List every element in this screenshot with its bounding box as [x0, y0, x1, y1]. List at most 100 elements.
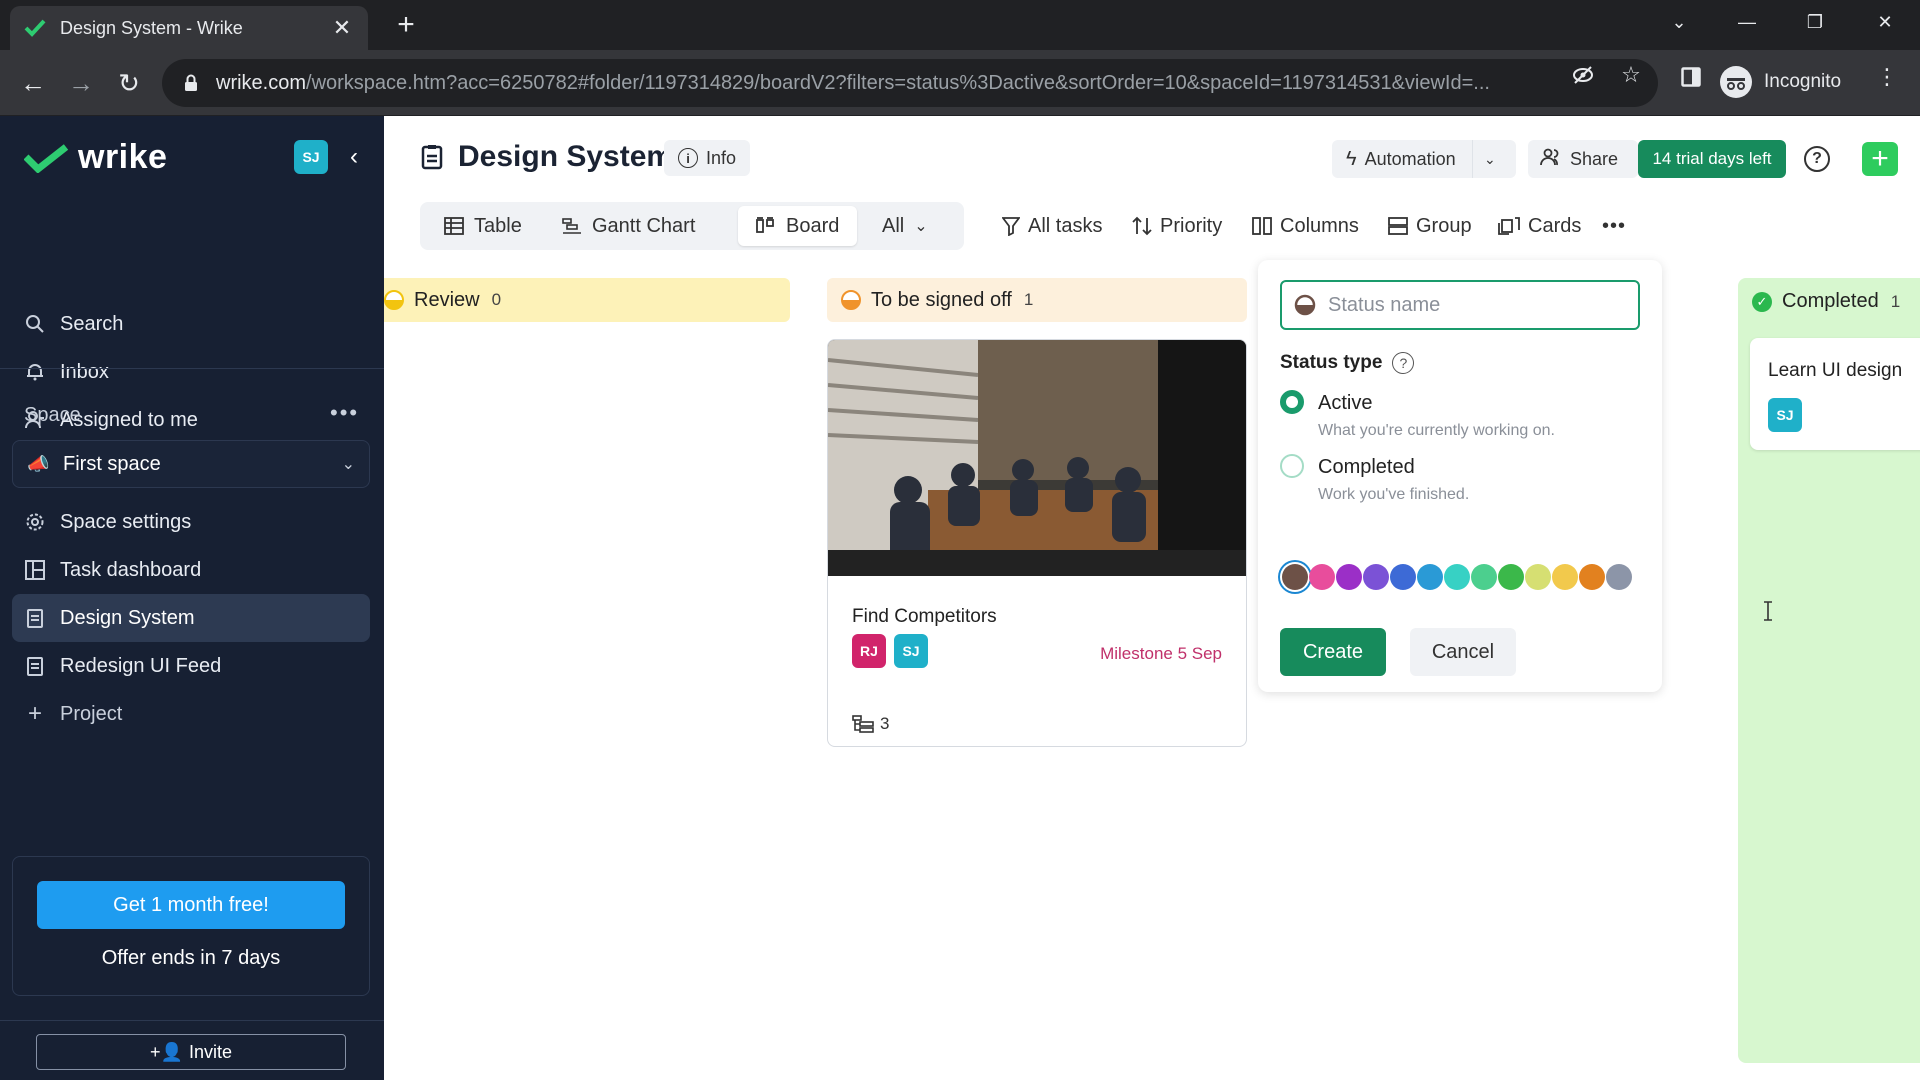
reload-icon[interactable]: ↻	[110, 64, 148, 102]
card-title[interactable]: Find Competitors	[852, 606, 997, 628]
invite-label: Invite	[188, 1041, 232, 1062]
main-content: Design System i Info ϟ Automation ⌄ Shar…	[384, 116, 1920, 1080]
tab-search-icon[interactable]: ⌄	[1656, 0, 1702, 44]
chevron-down-icon[interactable]: ⌄	[1484, 151, 1496, 168]
color-swatch[interactable]	[1444, 564, 1470, 590]
trial-days-button[interactable]: 14 trial days left	[1638, 140, 1786, 178]
sidebar-item-label: Project	[60, 702, 123, 725]
cancel-button[interactable]: Cancel	[1410, 628, 1516, 676]
sidebar-divider	[0, 1020, 384, 1021]
share-button[interactable]: Share	[1528, 140, 1638, 178]
tab-close-icon[interactable]: ✕	[330, 15, 354, 41]
card-title[interactable]: Learn UI design	[1768, 360, 1902, 382]
new-tab-icon[interactable]: +	[390, 10, 422, 42]
column-header-review[interactable]: Review 0	[384, 278, 790, 322]
column-header-to-be-signed-off[interactable]: To be signed off 1	[827, 278, 1247, 322]
color-swatch[interactable]	[1579, 564, 1605, 590]
side-panel-icon[interactable]	[1678, 64, 1704, 90]
sidebar-item-space-settings[interactable]: Space settings	[24, 504, 191, 540]
automation-button[interactable]: ϟ Automation ⌄	[1332, 140, 1516, 178]
sidebar-item-add-project[interactable]: + Project	[24, 696, 122, 732]
color-swatch[interactable]	[1498, 564, 1524, 590]
eye-off-icon[interactable]	[1570, 62, 1596, 88]
window-close-icon[interactable]: ✕	[1862, 0, 1908, 44]
columns-label: Columns	[1280, 214, 1359, 237]
incognito-badge[interactable]: Incognito	[1720, 62, 1841, 102]
incognito-label: Incognito	[1764, 71, 1842, 92]
help-icon[interactable]: ?	[1392, 352, 1415, 374]
columns-button[interactable]: Columns	[1252, 208, 1359, 244]
tab-label: Table	[474, 214, 522, 237]
create-button[interactable]: Create	[1280, 628, 1386, 676]
help-icon[interactable]: ?	[1804, 146, 1830, 172]
assignee-avatar[interactable]: RJ	[852, 634, 886, 668]
assignee-avatar[interactable]: SJ	[894, 634, 928, 668]
get-month-free-button[interactable]: Get 1 month free!	[37, 881, 345, 929]
status-name-input[interactable]	[1328, 293, 1628, 317]
collapse-sidebar-icon[interactable]: ‹	[342, 142, 366, 172]
color-swatch[interactable]	[1363, 564, 1389, 590]
tab-board[interactable]: Board	[738, 206, 858, 246]
status-type-completed-radio[interactable]	[1280, 454, 1304, 478]
sidebar-item-design-system[interactable]: Design System	[24, 600, 195, 636]
color-swatch[interactable]	[1525, 564, 1551, 590]
task-card[interactable]: Learn UI design SJ	[1750, 338, 1920, 450]
subtask-icon	[852, 715, 874, 733]
invite-button[interactable]: +👤 Invite	[36, 1034, 346, 1070]
new-status-popup: Status type ? Active What you're current…	[1258, 260, 1662, 692]
task-card[interactable]: Find Competitors RJ SJ Milestone 5 Sep 3	[827, 339, 1247, 747]
status-name-field[interactable]	[1280, 280, 1640, 330]
color-swatch[interactable]	[1282, 564, 1308, 590]
group-button[interactable]: Group	[1388, 208, 1472, 244]
restore-icon[interactable]: ❐	[1792, 0, 1838, 44]
more-options-icon[interactable]: •••	[1602, 208, 1626, 244]
search-icon	[24, 313, 46, 335]
space-selector[interactable]: 📣 First space ⌄	[12, 440, 370, 488]
priority-sort[interactable]: Priority	[1132, 208, 1222, 244]
cards-button[interactable]: Cards	[1498, 208, 1581, 244]
color-swatch[interactable]	[1552, 564, 1578, 590]
all-tasks-filter[interactable]: All tasks	[1002, 208, 1102, 244]
new-item-plus-icon[interactable]: +	[1862, 142, 1898, 176]
user-avatar[interactable]: SJ	[294, 140, 328, 174]
forward-icon[interactable]: →	[62, 64, 100, 102]
milestone-date[interactable]: Milestone 5 Sep	[1100, 644, 1222, 664]
promo-box: Get 1 month free! Offer ends in 7 days	[12, 856, 370, 996]
sidebar-item-inbox[interactable]: Inbox	[24, 354, 109, 390]
view-filter-select[interactable]: All ⌄	[864, 206, 946, 246]
assignee-avatar[interactable]: SJ	[1768, 398, 1802, 432]
tab-gantt-chart[interactable]: Gantt Chart	[544, 206, 713, 246]
subtask-count[interactable]: 3	[852, 714, 889, 734]
add-user-icon: +👤	[150, 1041, 183, 1062]
sidebar-item-redesign-ui-feed[interactable]: Redesign UI Feed	[24, 648, 221, 684]
option-title[interactable]: Completed	[1318, 456, 1415, 479]
option-title[interactable]: Active	[1318, 392, 1372, 415]
color-swatch[interactable]	[1336, 564, 1362, 590]
color-swatch[interactable]	[1471, 564, 1497, 590]
url-field[interactable]: wrike.com /workspace.htm?acc=6250782#fol…	[162, 59, 1658, 107]
sidebar-item-task-dashboard[interactable]: Task dashboard	[24, 552, 201, 588]
document-icon	[421, 145, 443, 170]
address-bar: ← → ↻ wrike.com /workspace.htm?acc=62507…	[0, 50, 1920, 116]
info-button[interactable]: i Info	[664, 140, 751, 176]
sidebar-item-label: Design System	[60, 606, 195, 629]
sidebar: wrike SJ ‹ Search Inbox Assigned to me S…	[0, 116, 384, 1080]
tab-label: Board	[786, 214, 840, 237]
tab-table[interactable]: Table	[426, 206, 540, 246]
chrome-menu-icon[interactable]: ⋮	[1874, 64, 1900, 90]
sidebar-item-search[interactable]: Search	[24, 306, 123, 342]
minimize-icon[interactable]: —	[1724, 0, 1770, 44]
status-type-active-radio[interactable]	[1280, 390, 1304, 414]
column-header-completed[interactable]: ✓ Completed 1	[1752, 290, 1900, 313]
color-swatch[interactable]	[1309, 564, 1335, 590]
color-swatch[interactable]	[1417, 564, 1443, 590]
bookmark-star-icon[interactable]: ☆	[1618, 62, 1644, 88]
browser-tab-strip: Design System - Wrike ✕ + ⌄ — ❐ ✕	[0, 0, 1920, 50]
space-more-icon[interactable]: •••	[330, 400, 359, 426]
browser-tab[interactable]: Design System - Wrike ✕	[10, 6, 368, 50]
incognito-icon	[1720, 66, 1752, 98]
back-icon[interactable]: ←	[14, 64, 52, 102]
color-swatch[interactable]	[1606, 564, 1632, 590]
color-swatch[interactable]	[1390, 564, 1416, 590]
wrike-logo[interactable]: wrike	[24, 138, 167, 177]
